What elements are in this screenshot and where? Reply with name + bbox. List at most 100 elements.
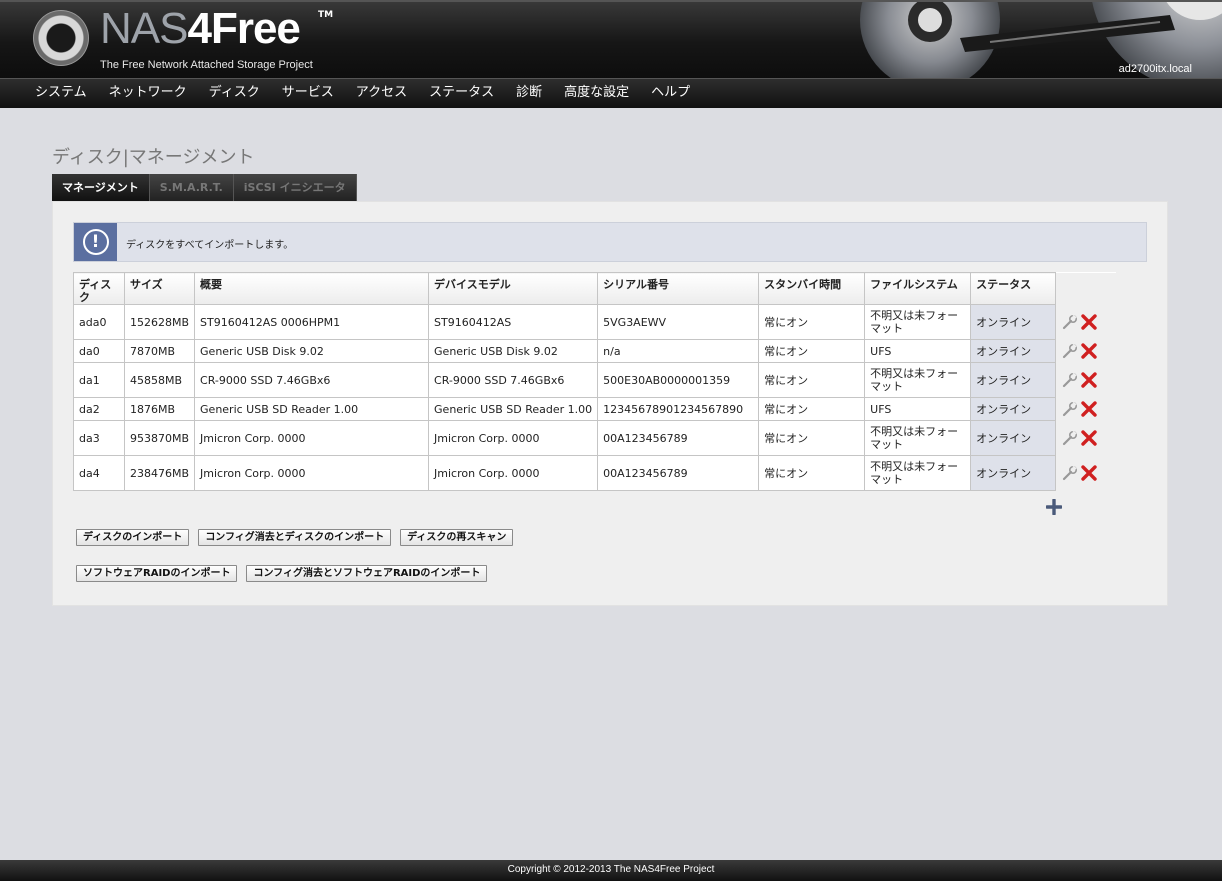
logo-text-bold: 4Free: [187, 4, 300, 53]
wrench-icon[interactable]: [1062, 314, 1078, 330]
cell-serial: 5VG3AEWV: [597, 304, 760, 340]
row-actions: [1055, 455, 1116, 491]
cell-size: 238476MB: [123, 455, 196, 491]
hostname: ad2700itx.local: [1118, 63, 1192, 75]
wrench-icon[interactable]: [1062, 401, 1078, 417]
import-disks-button[interactable]: ディスクのインポート: [76, 529, 190, 546]
cell-status: オンライン: [970, 304, 1057, 340]
delete-icon[interactable]: [1081, 401, 1097, 417]
table-row: da3 953870MB Jmicron Corp. 0000 Jmicron …: [73, 420, 1116, 456]
cell-status: オンライン: [970, 339, 1057, 363]
tab-management[interactable]: マネージメント: [52, 174, 150, 201]
col-header-standby: スタンバイ時間: [758, 272, 866, 305]
delete-icon[interactable]: [1081, 430, 1097, 446]
delete-icon[interactable]: [1081, 372, 1097, 388]
cell-status: オンライン: [970, 420, 1057, 456]
row-actions: [1055, 304, 1116, 340]
button-row-raid: ソフトウェアRAIDのインポート コンフィグ消去とソフトウェアRAIDのインポー…: [76, 565, 496, 582]
content-panel: ! ディスクをすべてインポートします。 ディスク サイズ 概要 デバイスモデル …: [52, 201, 1168, 606]
cell-description: Generic USB SD Reader 1.00: [194, 397, 430, 421]
col-header-disk: ディスク: [73, 272, 125, 305]
tab-bar: マネージメント S.M.A.R.T. iSCSI イニシエータ: [52, 174, 357, 201]
disk-table: ディスク サイズ 概要 デバイスモデル シリアル番号 スタンバイ時間 ファイルシ…: [73, 272, 1117, 491]
cell-status: オンライン: [970, 362, 1057, 398]
row-actions: [1055, 339, 1116, 363]
rescan-disks-button[interactable]: ディスクの再スキャン: [400, 529, 514, 546]
cell-model: CR-9000 SSD 7.46GBx6: [428, 362, 599, 398]
cell-filesystem: 不明又は未フォーマット: [864, 362, 972, 398]
info-box: ! ディスクをすべてインポートします。: [73, 222, 1147, 262]
table-row: da2 1876MB Generic USB SD Reader 1.00 Ge…: [73, 397, 1116, 421]
row-actions: [1055, 362, 1116, 398]
nav-help[interactable]: ヘルプ: [640, 79, 701, 108]
col-header-actions: [1055, 272, 1116, 305]
cell-filesystem: UFS: [864, 397, 972, 421]
nav-disks[interactable]: ディスク: [198, 79, 271, 108]
cell-filesystem: 不明又は未フォーマット: [864, 455, 972, 491]
col-header-device-model: デバイスモデル: [428, 272, 599, 305]
cell-size: 953870MB: [123, 420, 196, 456]
nav-diagnostics[interactable]: 診断: [505, 79, 553, 108]
cell-description: CR-9000 SSD 7.46GBx6: [194, 362, 430, 398]
cell-model: ST9160412AS: [428, 304, 599, 340]
wrench-icon[interactable]: [1062, 465, 1078, 481]
col-header-status: ステータス: [970, 272, 1057, 305]
tab-iscsi-initiator[interactable]: iSCSI イニシエータ: [233, 174, 357, 201]
clear-config-import-software-raid-button[interactable]: コンフィグ消去とソフトウェアRAIDのインポート: [246, 565, 488, 582]
cell-description: Jmicron Corp. 0000: [194, 420, 430, 456]
logo-text-light: NAS: [100, 4, 188, 53]
clear-config-import-disks-button[interactable]: コンフィグ消去とディスクのインポート: [198, 529, 392, 546]
table-row: da4 238476MB Jmicron Corp. 0000 Jmicron …: [73, 455, 1116, 491]
trademark: TM: [318, 10, 334, 20]
cell-disk: da3: [73, 420, 125, 456]
nav-status[interactable]: ステータス: [418, 79, 505, 108]
delete-icon[interactable]: [1081, 314, 1097, 330]
cell-disk: ada0: [73, 304, 125, 340]
logo[interactable]: NAS4Free: [100, 4, 301, 54]
cell-disk: da0: [73, 339, 125, 363]
nav-access[interactable]: アクセス: [345, 79, 418, 108]
cell-model: Generic USB Disk 9.02: [428, 339, 599, 363]
delete-icon[interactable]: [1081, 465, 1097, 481]
button-row-disks: ディスクのインポート コンフィグ消去とディスクのインポート ディスクの再スキャン: [76, 529, 522, 546]
wrench-icon[interactable]: [1062, 372, 1078, 388]
nav-network[interactable]: ネットワーク: [98, 79, 198, 108]
cell-standby: 常にオン: [758, 455, 866, 491]
cell-disk: da1: [73, 362, 125, 398]
tab-smart[interactable]: S.M.A.R.T.: [149, 174, 234, 201]
cell-status: オンライン: [970, 455, 1057, 491]
nav-system[interactable]: システム: [24, 79, 98, 108]
nav-services[interactable]: サービス: [271, 79, 345, 108]
cell-standby: 常にオン: [758, 397, 866, 421]
cell-serial: 500E30AB0000001359: [597, 362, 760, 398]
cell-serial: n/a: [597, 339, 760, 363]
nav-advanced[interactable]: 高度な設定: [553, 79, 640, 108]
cell-size: 1876MB: [123, 397, 196, 421]
col-header-size: サイズ: [123, 272, 196, 305]
page-title: ディスク|マネージメント: [52, 147, 255, 168]
cell-model: Jmicron Corp. 0000: [428, 420, 599, 456]
cell-size: 45858MB: [123, 362, 196, 398]
delete-icon[interactable]: [1081, 343, 1097, 359]
cell-filesystem: UFS: [864, 339, 972, 363]
cell-disk: da4: [73, 455, 125, 491]
cell-size: 152628MB: [123, 304, 196, 340]
col-header-description: 概要: [194, 272, 430, 305]
row-actions: [1055, 420, 1116, 456]
cell-model: Jmicron Corp. 0000: [428, 455, 599, 491]
cell-standby: 常にオン: [758, 362, 866, 398]
exclamation-icon: !: [82, 229, 109, 255]
tagline: The Free Network Attached Storage Projec…: [100, 59, 313, 71]
add-disk-icon[interactable]: [1046, 499, 1062, 515]
footer-copyright: Copyright © 2012-2013 The NAS4Free Proje…: [0, 860, 1222, 881]
info-message: ディスクをすべてインポートします。: [126, 240, 294, 251]
table-header-row: ディスク サイズ 概要 デバイスモデル シリアル番号 スタンバイ時間 ファイルシ…: [73, 272, 1116, 305]
logo-ring-icon: [33, 10, 89, 66]
cell-description: Generic USB Disk 9.02: [194, 339, 430, 363]
wrench-icon[interactable]: [1062, 343, 1078, 359]
table-row: da1 45858MB CR-9000 SSD 7.46GBx6 CR-9000…: [73, 362, 1116, 398]
cell-description: Jmicron Corp. 0000: [194, 455, 430, 491]
import-software-raid-button[interactable]: ソフトウェアRAIDのインポート: [76, 565, 238, 582]
wrench-icon[interactable]: [1062, 430, 1078, 446]
cell-filesystem: 不明又は未フォーマット: [864, 304, 972, 340]
